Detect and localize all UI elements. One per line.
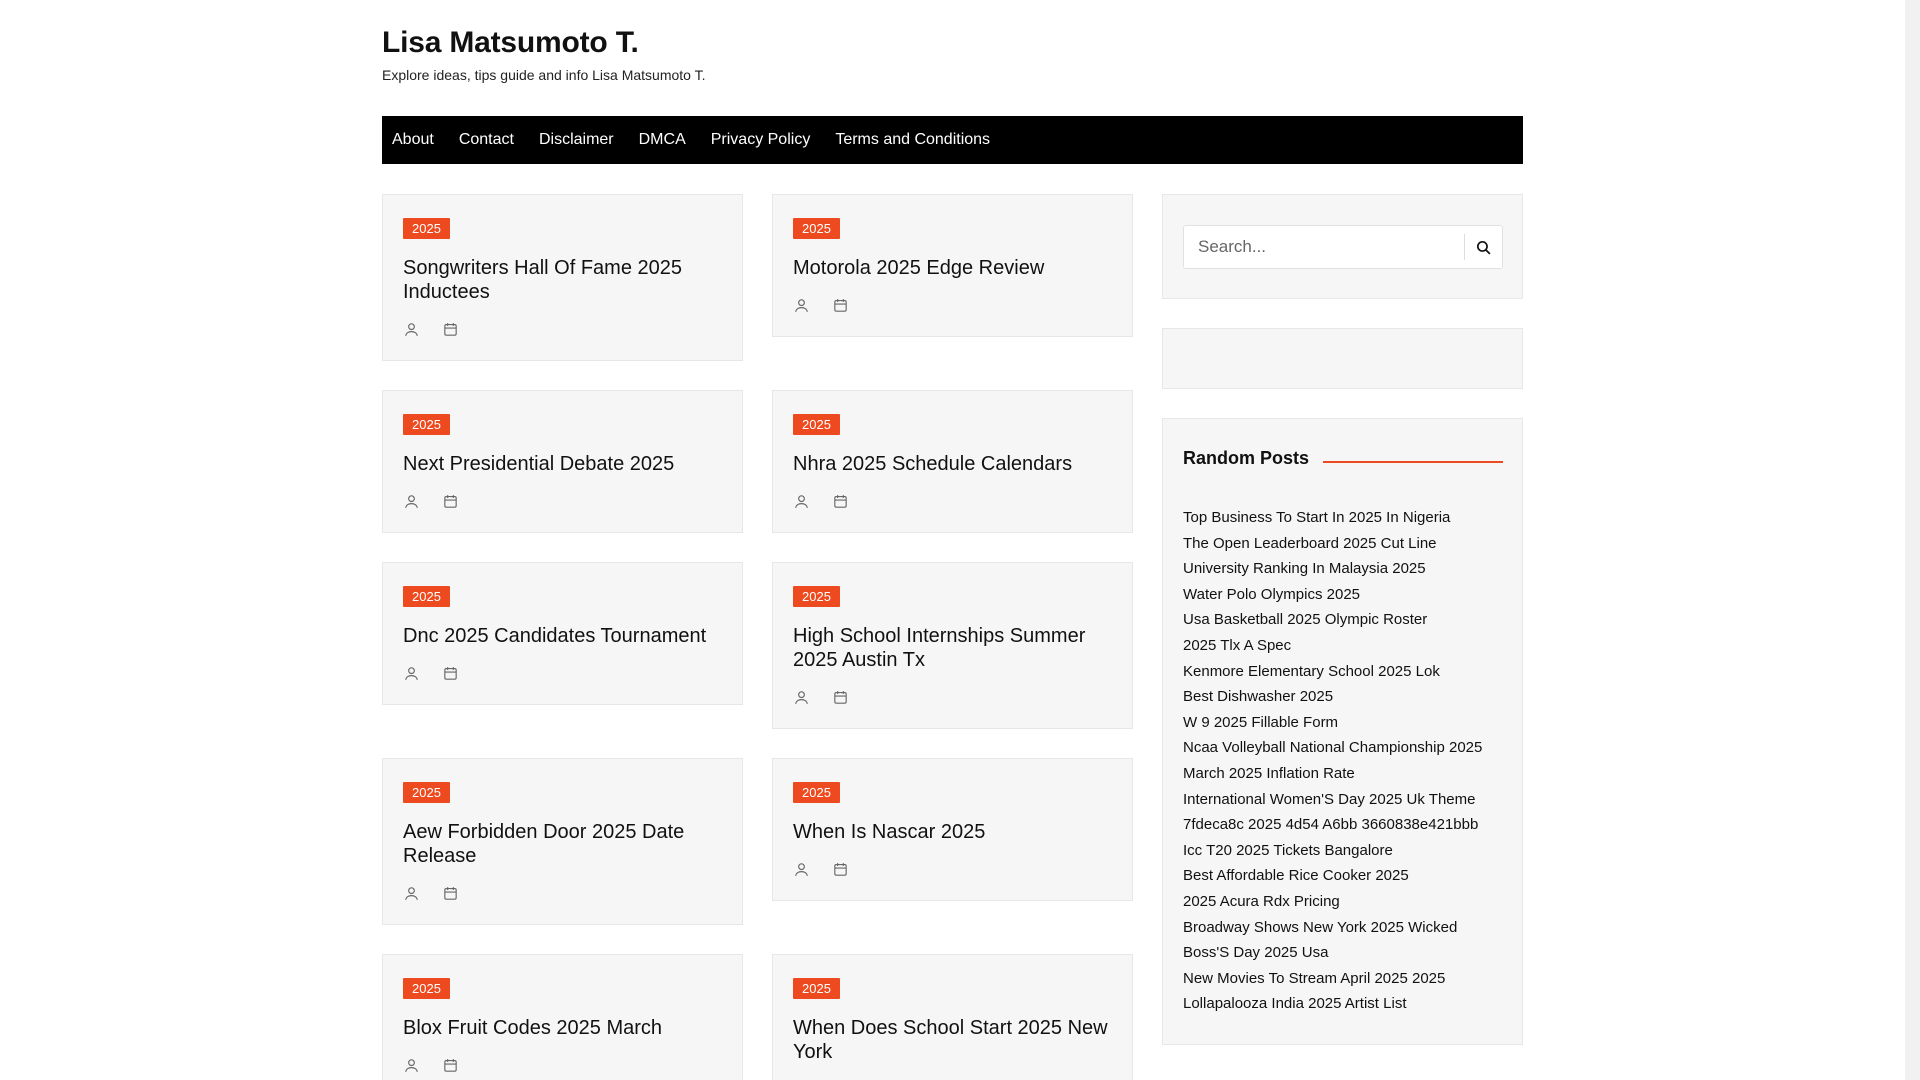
random-posts-list: Top Business To Start In 2025 In Nigeria…	[1183, 505, 1482, 1017]
post-card: 2025 Blox Fruit Codes 2025 March	[382, 954, 743, 1080]
post-title[interactable]: Aew Forbidden Door 2025 Date Release	[403, 820, 723, 868]
calendar-icon[interactable]	[442, 321, 459, 343]
author-icon[interactable]	[793, 689, 810, 711]
calendar-icon[interactable]	[832, 493, 849, 515]
calendar-icon[interactable]	[442, 1057, 459, 1079]
post-meta	[793, 689, 849, 711]
category-badge[interactable]: 2025	[403, 586, 450, 607]
category-badge[interactable]: 2025	[403, 978, 450, 999]
author-icon[interactable]	[793, 297, 810, 319]
random-post-link[interactable]: Best Affordable Rice Cooker 2025	[1183, 863, 1482, 889]
post-meta	[793, 493, 849, 515]
author-icon[interactable]	[403, 1057, 420, 1079]
random-post-link[interactable]: University Ranking In Malaysia 2025	[1183, 556, 1482, 582]
post-title[interactable]: When Is Nascar 2025	[793, 820, 1113, 844]
random-posts-widget: Random Posts Top Business To Start In 20…	[1162, 418, 1523, 1045]
author-icon[interactable]	[403, 665, 420, 687]
category-badge[interactable]: 2025	[793, 414, 840, 435]
category-badge[interactable]: 2025	[793, 586, 840, 607]
random-post-link[interactable]: Ncaa Volleyball National Championship 20…	[1183, 735, 1482, 761]
calendar-icon[interactable]	[832, 297, 849, 319]
post-card: 2025 Next Presidential Debate 2025	[382, 390, 743, 533]
nav-about[interactable]: About	[392, 116, 434, 164]
post-title[interactable]: High School Internships Summer 2025 Aust…	[793, 624, 1113, 672]
category-badge[interactable]: 2025	[793, 782, 840, 803]
post-meta	[403, 665, 459, 687]
post-card: 2025 Nhra 2025 Schedule Calendars	[772, 390, 1133, 533]
post-title[interactable]: Songwriters Hall Of Fame 2025 Inductees	[403, 256, 723, 304]
site-description: Explore ideas, tips guide and info Lisa …	[382, 67, 706, 83]
post-meta	[793, 297, 849, 319]
nav-terms[interactable]: Terms and Conditions	[835, 116, 990, 164]
post-meta	[793, 861, 849, 883]
author-icon[interactable]	[403, 493, 420, 515]
nav-privacy-policy[interactable]: Privacy Policy	[711, 116, 811, 164]
post-card: 2025 High School Internships Summer 2025…	[772, 562, 1133, 729]
post-title[interactable]: Next Presidential Debate 2025	[403, 452, 723, 476]
random-post-link[interactable]: Broadway Shows New York 2025 Wicked	[1183, 915, 1482, 941]
post-meta	[403, 321, 459, 343]
author-icon[interactable]	[403, 885, 420, 907]
random-post-link[interactable]: March 2025 Inflation Rate	[1183, 761, 1482, 787]
random-post-link[interactable]: Water Polo Olympics 2025	[1183, 582, 1482, 608]
nav-dmca[interactable]: DMCA	[639, 116, 686, 164]
category-badge[interactable]: 2025	[403, 218, 450, 239]
calendar-icon[interactable]	[832, 689, 849, 711]
post-meta	[403, 1057, 459, 1079]
search-icon	[1476, 240, 1491, 254]
random-post-link[interactable]: Best Dishwasher 2025	[1183, 684, 1482, 710]
page-scrollbar[interactable]	[1905, 0, 1920, 1080]
author-icon[interactable]	[793, 493, 810, 515]
random-post-link[interactable]: The Open Leaderboard 2025 Cut Line	[1183, 531, 1482, 557]
random-post-link[interactable]: 2025 Acura Rdx Pricing	[1183, 889, 1482, 915]
author-icon[interactable]	[403, 321, 420, 343]
search-input[interactable]	[1184, 226, 1464, 268]
random-post-link[interactable]: New Movies To Stream April 2025 2025	[1183, 966, 1482, 992]
post-title[interactable]: Nhra 2025 Schedule Calendars	[793, 452, 1113, 476]
calendar-icon[interactable]	[442, 665, 459, 687]
random-post-link[interactable]: 7fdeca8c 2025 4d54 A6bb 3660838e421bbb	[1183, 812, 1482, 838]
search-button[interactable]	[1464, 234, 1502, 260]
random-post-link[interactable]: International Women'S Day 2025 Uk Theme	[1183, 787, 1482, 813]
random-post-link[interactable]: Icc T20 2025 Tickets Bangalore	[1183, 838, 1482, 864]
post-title[interactable]: When Does School Start 2025 New York	[793, 1016, 1113, 1064]
category-badge[interactable]: 2025	[793, 218, 840, 239]
nav-contact[interactable]: Contact	[459, 116, 514, 164]
random-post-link[interactable]: Top Business To Start In 2025 In Nigeria	[1183, 505, 1482, 531]
search-form	[1183, 225, 1503, 269]
calendar-icon[interactable]	[442, 885, 459, 907]
post-meta	[403, 885, 459, 907]
widget-title: Random Posts	[1183, 448, 1310, 468]
author-icon[interactable]	[793, 861, 810, 883]
random-post-link[interactable]: Lollapalooza India 2025 Artist List	[1183, 991, 1482, 1017]
site-title[interactable]: Lisa Matsumoto T.	[382, 26, 639, 60]
post-title[interactable]: Blox Fruit Codes 2025 March	[403, 1016, 723, 1040]
category-badge[interactable]: 2025	[793, 978, 840, 999]
post-card: 2025 Aew Forbidden Door 2025 Date Releas…	[382, 758, 743, 925]
category-badge[interactable]: 2025	[403, 414, 450, 435]
search-widget	[1162, 194, 1523, 299]
calendar-icon[interactable]	[442, 493, 459, 515]
post-card: 2025 When Is Nascar 2025	[772, 758, 1133, 901]
nav-disclaimer[interactable]: Disclaimer	[539, 116, 614, 164]
post-card: 2025 When Does School Start 2025 New Yor…	[772, 954, 1133, 1080]
category-badge[interactable]: 2025	[403, 782, 450, 803]
post-title[interactable]: Dnc 2025 Candidates Tournament	[403, 624, 723, 648]
post-card: 2025 Songwriters Hall Of Fame 2025 Induc…	[382, 194, 743, 361]
calendar-icon[interactable]	[832, 861, 849, 883]
post-meta	[403, 493, 459, 515]
widget-title-underline	[1323, 461, 1503, 463]
random-post-link[interactable]: Kenmore Elementary School 2025 Lok	[1183, 659, 1482, 685]
post-card: 2025 Dnc 2025 Candidates Tournament	[382, 562, 743, 705]
post-card: 2025 Motorola 2025 Edge Review	[772, 194, 1133, 337]
main-nav: About Contact Disclaimer DMCA Privacy Po…	[382, 116, 1523, 164]
random-post-link[interactable]: Boss'S Day 2025 Usa	[1183, 940, 1482, 966]
random-post-link[interactable]: 2025 Tlx A Spec	[1183, 633, 1482, 659]
random-post-link[interactable]: Usa Basketball 2025 Olympic Roster	[1183, 607, 1482, 633]
empty-widget	[1162, 328, 1523, 389]
post-title[interactable]: Motorola 2025 Edge Review	[793, 256, 1113, 280]
random-post-link[interactable]: W 9 2025 Fillable Form	[1183, 710, 1482, 736]
